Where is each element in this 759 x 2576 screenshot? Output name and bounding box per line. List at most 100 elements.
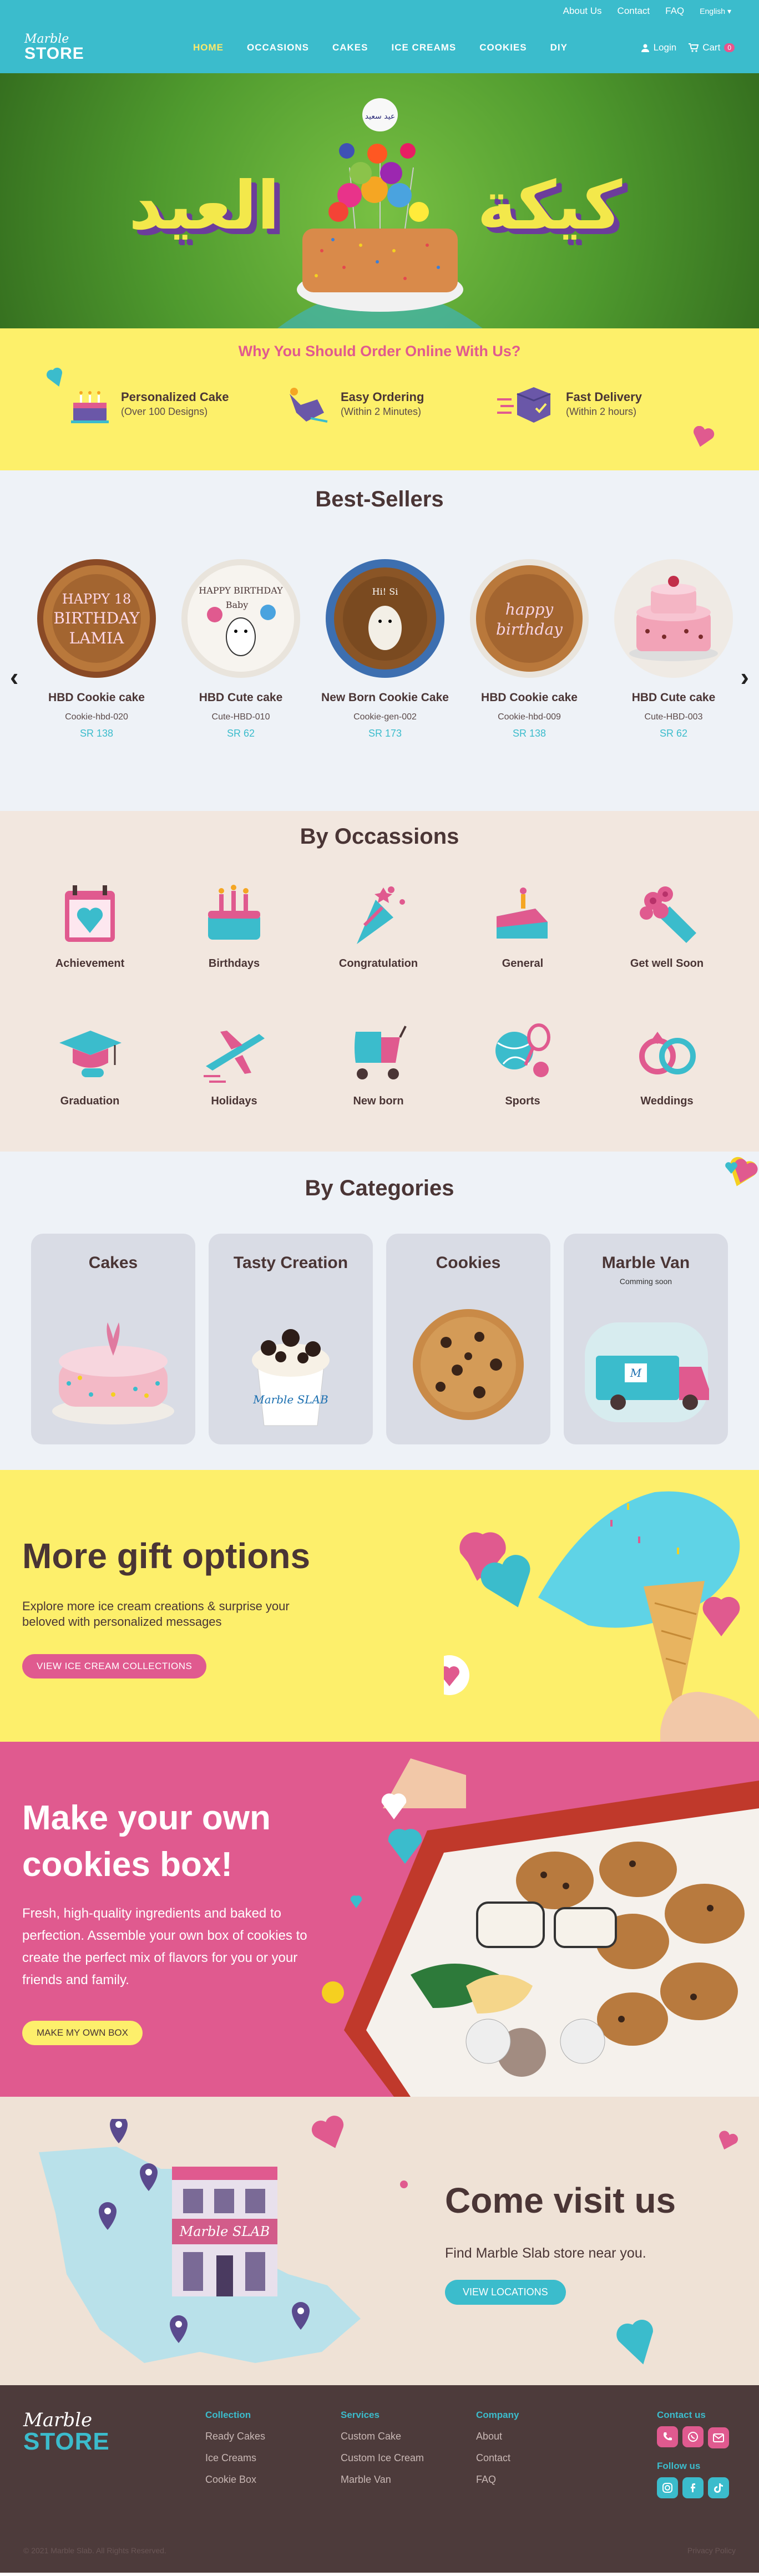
contact-link[interactable]: Contact <box>618 6 650 17</box>
make-my-own-box-button[interactable]: MAKE MY OWN BOX <box>22 2021 143 2045</box>
footer-link-custom-ice-cream[interactable]: Custom Ice Cream <box>341 2452 424 2464</box>
category-tasty-creation[interactable]: Tasty Creation Marble SLAB <box>209 1234 373 1444</box>
ice-cream-cup-image: Marble SLAB <box>252 1329 330 1426</box>
occasion-sports[interactable]: Sports <box>467 1015 578 1108</box>
footer-link-faq[interactable]: FAQ <box>476 2474 519 2486</box>
feature-desc: (Within 2 hours) <box>566 406 637 417</box>
product-image <box>614 559 733 678</box>
category-marble-van[interactable]: Marble Van Comming soon M <box>564 1234 728 1444</box>
tiktok-icon[interactable] <box>708 2477 729 2498</box>
airplane-icon <box>204 1031 265 1083</box>
occasion-label: Graduation <box>60 1095 120 1107</box>
category-cookies[interactable]: Cookies <box>386 1234 550 1444</box>
faq-link[interactable]: FAQ <box>665 6 684 17</box>
cookies-description: Fresh, high-quality ingredients and bake… <box>22 1906 307 1987</box>
hero-banner[interactable]: العيد كيكة عيد سعيد <box>0 73 759 328</box>
birthday-cake-icon <box>208 885 260 940</box>
store-sign-text: Marble SLAB <box>179 2224 270 2239</box>
nav-occasions[interactable]: OCCASIONS <box>247 42 309 53</box>
dot-icon <box>400 2181 408 2188</box>
view-ice-cream-collections-button[interactable]: VIEW ICE CREAM COLLECTIONS <box>22 1654 207 1679</box>
product-name: HBD Cookie cake <box>48 691 145 704</box>
product-card[interactable]: happy birthday HBD Cookie cake Cookie-hb… <box>463 559 596 739</box>
privacy-policy-link[interactable]: Privacy Policy <box>687 2546 736 2555</box>
footer-contact: Contact us Follow us <box>657 2410 733 2508</box>
about-link[interactable]: About Us <box>563 6 602 17</box>
view-locations-button[interactable]: VIEW LOCATIONS <box>445 2280 566 2305</box>
nav-diy[interactable]: DIY <box>550 42 568 53</box>
product-card[interactable]: Hi! Si New Born Cookie Cake Cookie-gen-0… <box>318 559 452 739</box>
footer-link-cookie-box[interactable]: Cookie Box <box>205 2474 265 2486</box>
product-code: Cookie-gen-002 <box>353 712 417 722</box>
ice-cream-cone-image <box>444 1491 759 1742</box>
login-label: Login <box>653 42 677 53</box>
visit-us-section: Come visit us Find Marble Slab store nea… <box>0 2097 759 2385</box>
feature-fast-delivery: Fast Delivery (Within 2 hours) <box>497 383 642 425</box>
occasion-get-well-soon[interactable]: Get well Soon <box>611 878 722 970</box>
occasion-holidays[interactable]: Holidays <box>179 1015 290 1108</box>
visit-description: Find Marble Slab store near you. <box>445 2245 646 2261</box>
occasion-new-born[interactable]: New born <box>323 1015 434 1108</box>
email-icon[interactable] <box>708 2427 729 2448</box>
occasion-congratulation[interactable]: Congratulation <box>323 878 434 970</box>
whatsapp-icon[interactable] <box>682 2426 704 2447</box>
hero-arabic-left: العيد <box>129 168 280 245</box>
social-icons <box>657 2477 733 2498</box>
occasion-label: Achievement <box>55 957 125 970</box>
nav-cookies[interactable]: COOKIES <box>479 42 527 53</box>
product-name: HBD Cute cake <box>631 691 716 704</box>
why-title: Why You Should Order Online With Us? <box>238 343 521 359</box>
footer-link-ice-creams[interactable]: Ice Creams <box>205 2452 265 2464</box>
nav-cakes[interactable]: CAKES <box>332 42 368 53</box>
cookies-title: Make your own cookies box! <box>22 1799 271 1884</box>
gift-options-banner: More gift options Explore more ice cream… <box>0 1470 759 1742</box>
footer-link-marble-van[interactable]: Marble Van <box>341 2474 424 2486</box>
occasion-achievement[interactable]: Achievement <box>34 878 145 970</box>
occasion-birthdays[interactable]: Birthdays <box>179 878 290 970</box>
wedding-rings-icon <box>639 1032 696 1074</box>
hand-tap-icon <box>290 388 328 423</box>
heart-icon <box>719 2131 738 2150</box>
footer-logo[interactable]: Marble STORE <box>23 2411 110 2454</box>
occasion-graduation[interactable]: Graduation <box>34 1015 145 1108</box>
product-code: Cute-HBD-010 <box>211 712 270 722</box>
svg-text:BIRTHDAY: BIRTHDAY <box>53 609 140 627</box>
cart-button[interactable]: Cart 0 <box>689 42 735 53</box>
svg-text:Hi! Si: Hi! Si <box>372 586 398 597</box>
cake-image <box>52 1322 174 1424</box>
product-card[interactable]: HAPPY 18 BIRTHDAY LAMIA HBD Cookie cake … <box>30 559 163 739</box>
why-order-section: Why You Should Order Online With Us? Per… <box>0 328 759 470</box>
footer-link-ready-cakes[interactable]: Ready Cakes <box>205 2431 265 2442</box>
footer-link-custom-cake[interactable]: Custom Cake <box>341 2431 424 2442</box>
carousel-prev-button[interactable]: ‹ <box>10 662 18 692</box>
occasion-label: Holidays <box>211 1095 257 1107</box>
instagram-icon[interactable] <box>657 2477 678 2498</box>
phone-icon[interactable] <box>657 2426 678 2447</box>
category-cakes[interactable]: Cakes <box>31 1234 195 1444</box>
login-button[interactable]: Login <box>641 42 677 53</box>
feature-personalized-cake: Personalized Cake (Over 100 Designs) <box>69 383 229 425</box>
store-logo[interactable]: Marble STORE <box>24 33 84 62</box>
nav-ice-creams[interactable]: ICE CREAMS <box>391 42 456 53</box>
carousel-next-button[interactable]: › <box>741 662 749 692</box>
footer-heading: Collection <box>205 2410 251 2420</box>
occasion-weddings[interactable]: Weddings <box>611 1015 722 1108</box>
user-icon <box>641 44 649 52</box>
footer-link-about[interactable]: About <box>476 2431 519 2442</box>
occasion-general[interactable]: General <box>467 878 578 970</box>
product-image: Hi! Si <box>326 559 444 678</box>
category-name: Marble Van <box>601 1254 690 1272</box>
main-menu: HOME OCCASIONS CAKES ICE CREAMS COOKIES … <box>193 22 568 73</box>
facebook-icon[interactable] <box>682 2477 704 2498</box>
logo-script: Marble <box>24 32 69 46</box>
feature-title: Fast Delivery <box>566 390 642 404</box>
nav-actions: Login Cart 0 <box>641 22 735 73</box>
product-card[interactable]: HBD Cute cake Cute-HBD-003 SR 62 <box>607 559 740 739</box>
product-card[interactable]: HAPPY BIRTHDAY Baby HBD Cute cake Cute-H… <box>174 559 307 739</box>
nav-home[interactable]: HOME <box>193 42 224 53</box>
footer-link-contact[interactable]: Contact <box>476 2452 519 2464</box>
product-name: New Born Cookie Cake <box>321 691 449 704</box>
language-select[interactable]: English ▾ <box>700 7 731 16</box>
footer-heading: Follow us <box>657 2461 701 2471</box>
graduation-cap-icon <box>59 1031 122 1077</box>
